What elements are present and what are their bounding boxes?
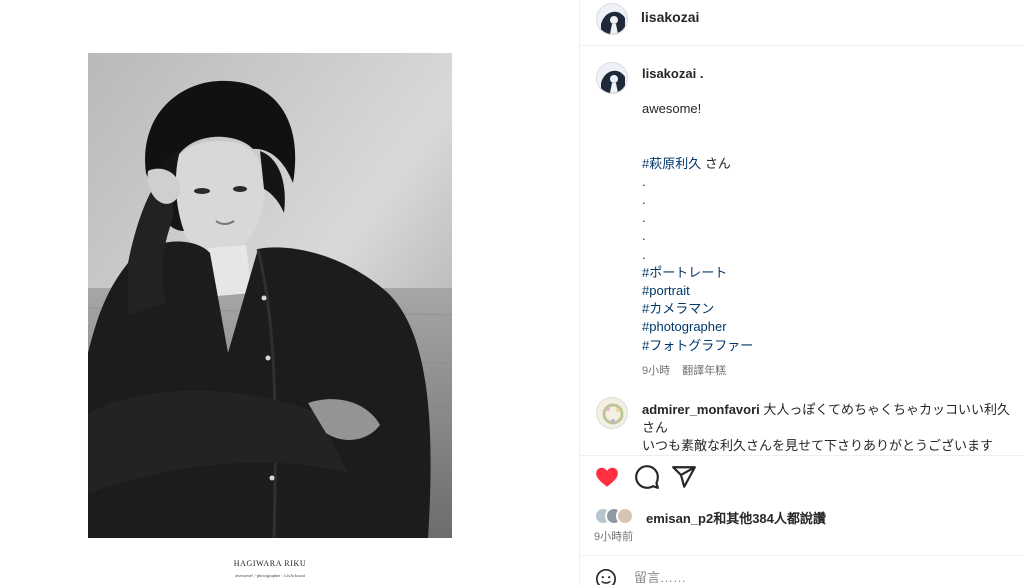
comment-text-line2: いつも素敵な利久さんを見せて下さりありがとうございます xyxy=(642,438,994,453)
post-photo[interactable] xyxy=(88,53,452,538)
post-timestamp[interactable]: 9小時前 xyxy=(594,528,633,544)
hashtag-link[interactable]: #portrait xyxy=(642,282,1012,300)
heart-icon[interactable] xyxy=(594,464,620,490)
post-media: HAGIWARA RIKU awesome! / photographer : … xyxy=(0,0,579,585)
photo-caption-subtitle: awesome! / photographer : LisAckozai xyxy=(235,573,305,578)
caption-line: . xyxy=(642,192,646,208)
user-avatar-icon xyxy=(597,4,627,34)
avatar[interactable] xyxy=(596,3,628,35)
translate-link[interactable]: 翻譯年糕 xyxy=(682,365,726,377)
avatar xyxy=(616,507,634,525)
hashtag-link[interactable]: #萩原利久 xyxy=(642,156,701,171)
post-actions: emisan_p2和其他384人都說讚 9小時前 xyxy=(580,455,1024,555)
post-caption: awesome! #萩原利久 さん . . . . . #ポートレート #por… xyxy=(642,100,1012,355)
caption-line: #萩原利久 さん xyxy=(642,155,1012,173)
hashtag-link[interactable]: #ポートレート xyxy=(642,264,1012,282)
commenter-avatar-icon xyxy=(597,398,627,428)
hashtag-link[interactable]: #カメラマン xyxy=(642,300,1012,318)
avatar[interactable] xyxy=(596,397,628,429)
post-time[interactable]: 9小時 xyxy=(642,365,670,377)
likes-count[interactable]: emisan_p2和其他384人都說讚 xyxy=(646,508,826,527)
post-header: lisakozai xyxy=(580,0,1024,46)
caption-line: . xyxy=(642,210,646,226)
post-meta: 9小時 翻譯年糕 xyxy=(642,362,738,378)
avatar[interactable] xyxy=(596,62,628,94)
caption-text: さん xyxy=(701,155,731,171)
post-author: lisakozai . xyxy=(642,66,703,81)
comment-input[interactable] xyxy=(634,570,964,585)
caption-line: . xyxy=(642,228,646,244)
header-username[interactable]: lisakozai xyxy=(641,9,699,25)
comment-bubble-icon[interactable] xyxy=(634,464,660,490)
comment-item: admirer_monfavori 大人っぽくてめちゃくちゃカッコいい利久さん … xyxy=(642,401,1020,455)
caption-line: awesome! xyxy=(642,101,702,116)
add-comment-bar xyxy=(580,555,1024,585)
post-author-suffix: . xyxy=(696,66,704,81)
hashtag-link[interactable]: #フォトグラファー xyxy=(642,337,1012,355)
hashtag-link[interactable]: #photographer xyxy=(642,318,1012,336)
caption-line xyxy=(642,118,1012,136)
caption-line: . xyxy=(642,173,646,189)
caption-line xyxy=(642,136,1012,154)
portrait-image xyxy=(88,53,452,538)
photo-caption-title: HAGIWARA RIKU xyxy=(233,559,307,568)
post-side-panel: lisakozai lisakozai . awesome! #萩原利久 さん … xyxy=(579,0,1024,585)
post-author-username[interactable]: lisakozai xyxy=(642,66,696,81)
emoji-icon[interactable] xyxy=(595,568,617,585)
user-avatar-icon xyxy=(597,63,627,93)
send-icon[interactable] xyxy=(671,464,697,490)
caption-line: . xyxy=(642,246,646,262)
comment-username[interactable]: admirer_monfavori xyxy=(642,402,760,417)
